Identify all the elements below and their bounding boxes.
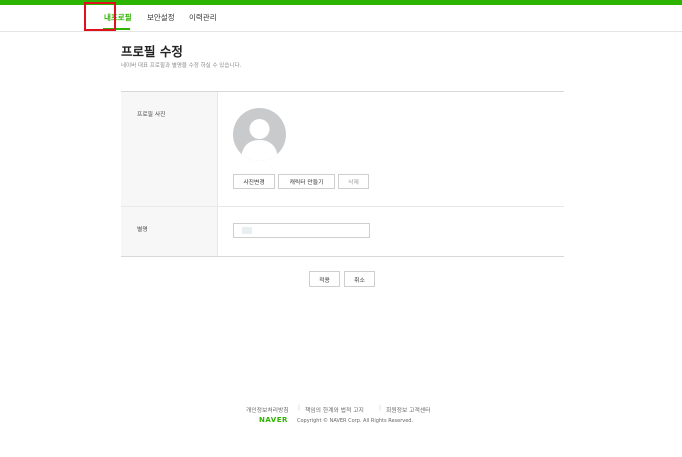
profile-photo-label: 프로필 사진 — [137, 112, 166, 118]
footer-link-legal[interactable]: 책임의 한계와 법적 고지 — [305, 405, 364, 414]
change-photo-button[interactable]: 사진변경 — [233, 174, 275, 189]
create-character-button[interactable]: 캐릭터 만들기 — [278, 174, 335, 189]
page-title: 프로필 수정 — [121, 44, 183, 59]
cancel-button[interactable]: 취소 — [344, 271, 375, 287]
delete-photo-button[interactable]: 삭제 — [338, 174, 369, 189]
nickname-value-blurred — [242, 227, 252, 234]
footer-separator: | — [298, 405, 300, 411]
profile-photo-row-header: 프로필 사진 — [121, 92, 218, 206]
default-user-icon — [233, 108, 286, 161]
page-description: 네이버 대표 프로필과 별명을 수정 하실 수 있습니다. — [121, 63, 242, 69]
naver-logo: NAVER — [259, 416, 288, 424]
profile-form: 프로필 사진 별명 사진변경 캐릭터 만들기 삭제 — [121, 91, 564, 257]
copyright-text: Copyright © NAVER Corp. All Rights Reser… — [297, 418, 414, 424]
footer-separator: | — [379, 405, 381, 411]
footer-link-support[interactable]: 회원정보 고객센터 — [386, 405, 431, 414]
tab-history[interactable]: 이력관리 — [189, 12, 217, 23]
highlight-annotation-box — [84, 2, 116, 31]
nickname-label: 별명 — [137, 227, 148, 233]
apply-button[interactable]: 적용 — [309, 271, 340, 287]
nickname-input[interactable] — [233, 223, 370, 238]
tab-security-settings[interactable]: 보안설정 — [147, 12, 175, 23]
nickname-row-header: 별명 — [121, 207, 218, 256]
footer-link-privacy[interactable]: 개인정보처리방침 — [246, 405, 289, 414]
